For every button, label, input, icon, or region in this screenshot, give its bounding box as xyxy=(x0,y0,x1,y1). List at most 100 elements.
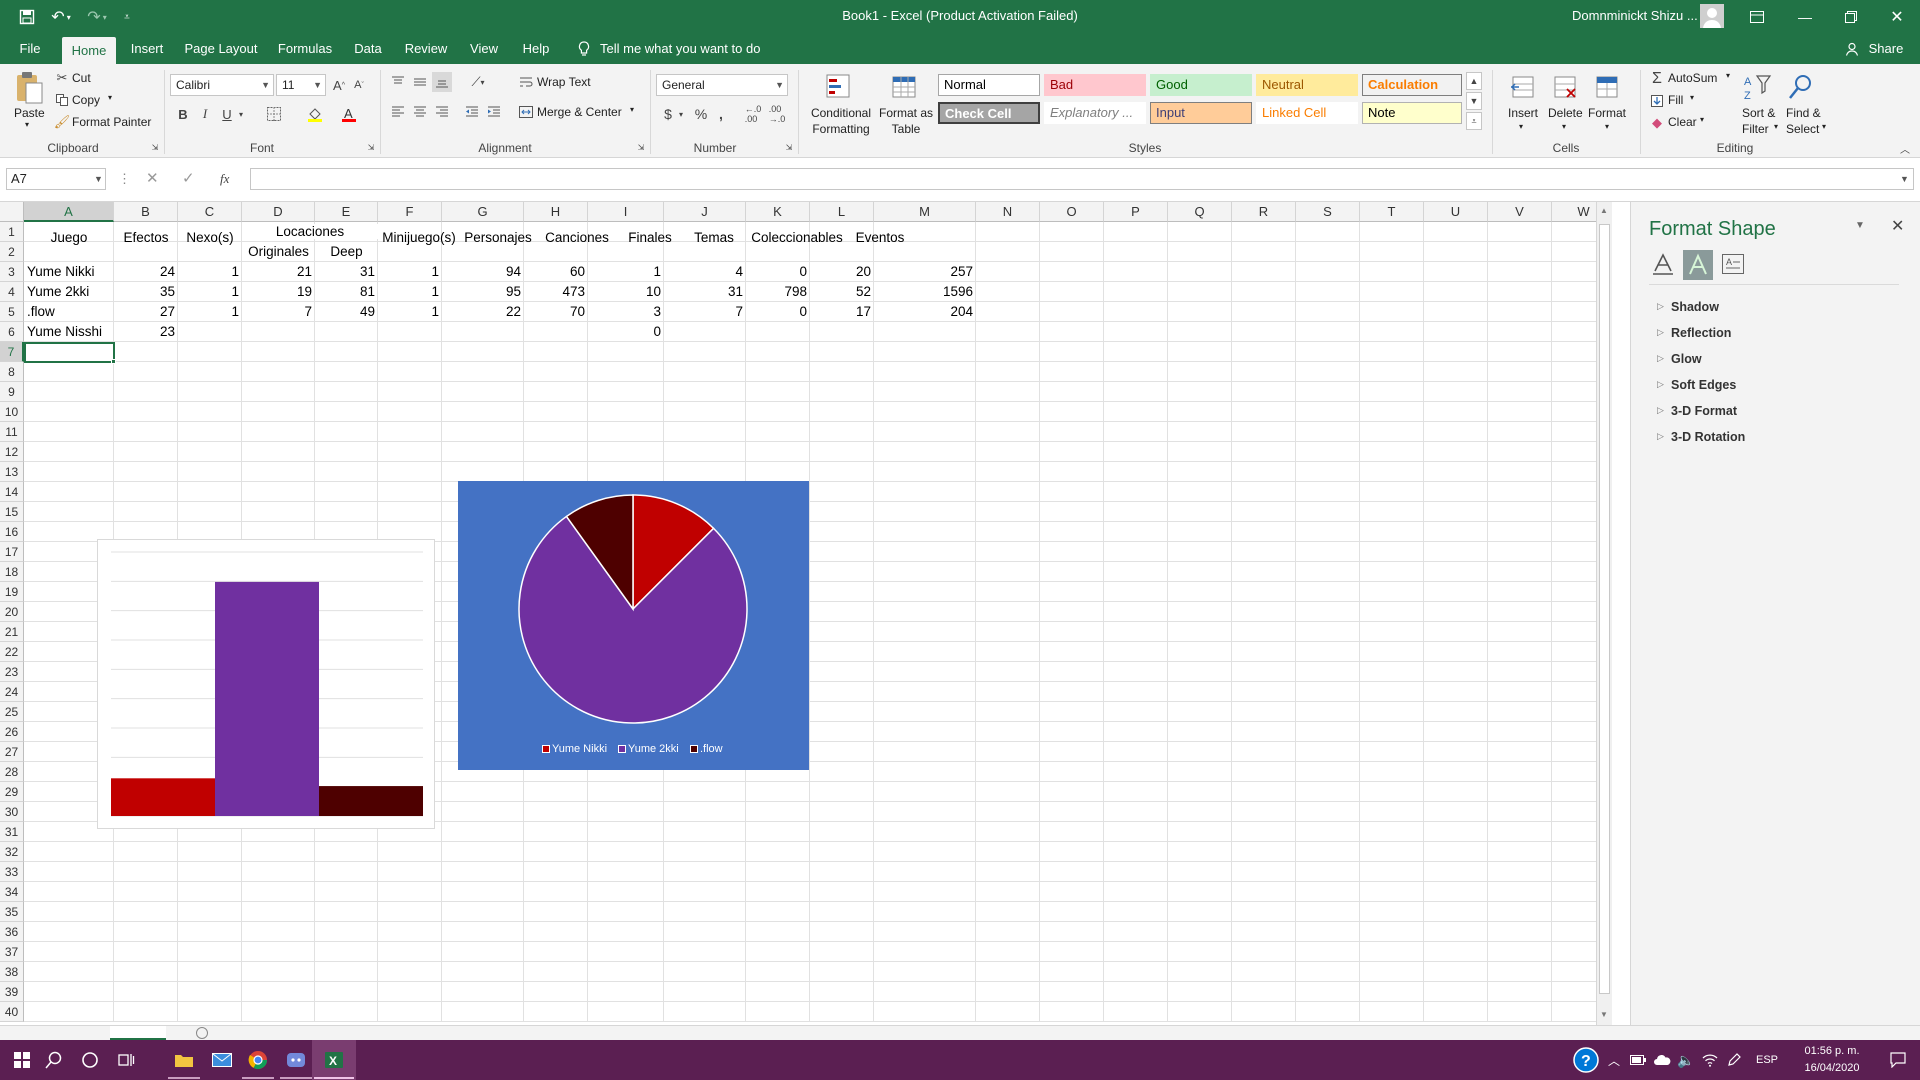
header-nexos[interactable]: Nexo(s) xyxy=(178,230,242,245)
row-header[interactable]: 11 xyxy=(0,422,24,442)
align-right-icon[interactable] xyxy=(432,102,452,122)
find-dropdown-icon[interactable]: ▾ xyxy=(1822,122,1826,131)
column-header[interactable]: G xyxy=(442,202,524,222)
language-indicator[interactable]: ESP xyxy=(1756,1040,1778,1080)
share-icon[interactable] xyxy=(1842,38,1862,60)
row-header[interactable]: 6 xyxy=(0,322,24,342)
row-header[interactable]: 23 xyxy=(0,662,24,682)
section-shadow[interactable]: Shadow xyxy=(1671,300,1719,314)
tab-insert[interactable]: Insert xyxy=(124,34,170,64)
cut-button[interactable]: Cut xyxy=(72,71,91,85)
data-cell[interactable]: .flow xyxy=(24,303,114,321)
row-header[interactable]: 12 xyxy=(0,442,24,462)
data-cell[interactable]: 20 xyxy=(810,263,874,281)
copy-dropdown-icon[interactable]: ▾ xyxy=(108,93,112,102)
data-cell[interactable]: 0 xyxy=(746,303,810,321)
redo-icon[interactable]: ↷ ▾ xyxy=(82,6,112,28)
data-cell[interactable]: 52 xyxy=(810,283,874,301)
panel-close-icon[interactable]: ✕ xyxy=(1891,216,1904,236)
data-cell[interactable]: 17 xyxy=(810,303,874,321)
data-cell[interactable]: 257 xyxy=(874,263,976,281)
clock-date[interactable]: 16/04/2020 xyxy=(1792,1062,1872,1074)
data-cell[interactable]: 23 xyxy=(114,323,178,341)
excel-taskbar-icon[interactable]: X xyxy=(312,1040,356,1080)
column-header[interactable]: D xyxy=(242,202,315,222)
row-header[interactable]: 30 xyxy=(0,802,24,822)
section-3d-format[interactable]: 3-D Format xyxy=(1671,404,1737,418)
tab-formulas[interactable]: Formulas xyxy=(272,34,338,64)
style-linked-cell[interactable]: Linked Cell xyxy=(1256,102,1358,124)
collapse-ribbon-icon[interactable]: ︿ xyxy=(1898,142,1912,156)
data-cell[interactable]: 49 xyxy=(315,303,378,321)
bar-yume-nikki[interactable] xyxy=(111,778,215,816)
data-cell[interactable]: 21 xyxy=(242,263,315,281)
minimize-icon[interactable]: — xyxy=(1790,6,1820,28)
row-header[interactable]: 1 xyxy=(0,222,24,242)
number-format-select[interactable]: General ▼ xyxy=(656,74,788,96)
dialog-launcher-icon[interactable]: ⇲ xyxy=(366,142,376,152)
data-cell[interactable]: Yume Nisshi xyxy=(24,323,114,341)
paste-dropdown-icon[interactable]: ▾ xyxy=(25,120,29,129)
row-header[interactable]: 35 xyxy=(0,902,24,922)
tab-data[interactable]: Data xyxy=(348,34,388,64)
header-juego[interactable]: Juego xyxy=(24,230,114,245)
decrease-indent-icon[interactable] xyxy=(462,102,482,122)
header-finales[interactable]: Finales xyxy=(618,230,682,245)
bold-button[interactable]: B xyxy=(174,104,192,124)
share-button[interactable]: Share xyxy=(1862,34,1910,64)
task-view-icon[interactable] xyxy=(104,1040,148,1080)
ribbon-display-icon[interactable] xyxy=(1742,6,1772,28)
row-header[interactable]: 20 xyxy=(0,602,24,622)
format-painter-icon[interactable]: 🖌 xyxy=(54,114,71,130)
data-cell[interactable]: 31 xyxy=(664,283,746,301)
row-header[interactable]: 33 xyxy=(0,862,24,882)
decrease-decimal-icon[interactable]: .00 →.0 xyxy=(766,104,788,124)
data-cell[interactable]: Yume 2kki xyxy=(24,283,114,301)
tell-me-search[interactable]: Tell me what you want to do xyxy=(600,34,770,64)
find-select-label2[interactable]: Select xyxy=(1786,122,1819,136)
name-box-dropdown-icon[interactable]: ▼ xyxy=(94,168,103,190)
copy-icon[interactable] xyxy=(54,92,70,108)
vertical-scrollbar[interactable]: ▲ ▼ xyxy=(1596,202,1612,1025)
column-header[interactable]: V xyxy=(1488,202,1552,222)
data-cell[interactable]: 0 xyxy=(746,263,810,281)
tab-help[interactable]: Help xyxy=(514,34,558,64)
row-header[interactable]: 5 xyxy=(0,302,24,322)
scroll-up-icon[interactable]: ▲ xyxy=(1600,206,1608,215)
column-header[interactable]: K xyxy=(746,202,810,222)
avatar[interactable] xyxy=(1700,4,1724,28)
merge-dropdown-icon[interactable]: ▾ xyxy=(630,105,634,114)
row-header[interactable]: 2 xyxy=(0,242,24,262)
clear-dropdown-icon[interactable]: ▾ xyxy=(1700,115,1704,124)
delete-cells-button[interactable]: Delete xyxy=(1548,106,1583,120)
row-header[interactable]: 27 xyxy=(0,742,24,762)
section-glow[interactable]: Glow xyxy=(1671,352,1702,366)
styles-scroll-up-icon[interactable]: ▲ xyxy=(1466,72,1482,90)
row-header[interactable]: 40 xyxy=(0,1002,24,1022)
user-name[interactable]: Domnminickt Shizu ... xyxy=(1572,0,1698,34)
row-header[interactable]: 29 xyxy=(0,782,24,802)
sort-filter-icon[interactable]: AZ xyxy=(1740,70,1774,104)
conditional-formatting-label2[interactable]: Formatting xyxy=(808,122,874,136)
format-as-table-icon[interactable] xyxy=(888,70,922,104)
row-header[interactable]: 36 xyxy=(0,922,24,942)
tab-home[interactable]: Home xyxy=(62,37,116,64)
row-header[interactable]: 32 xyxy=(0,842,24,862)
clock-time[interactable]: 01:56 p. m. xyxy=(1792,1045,1872,1057)
column-header[interactable]: E xyxy=(315,202,378,222)
row-header[interactable]: 34 xyxy=(0,882,24,902)
data-cell[interactable]: 473 xyxy=(524,283,588,301)
fill-button[interactable]: Fill xyxy=(1668,93,1683,107)
data-cell[interactable]: 60 xyxy=(524,263,588,281)
add-sheet-icon[interactable] xyxy=(196,1027,208,1039)
save-icon[interactable] xyxy=(16,6,38,28)
tab-page-layout[interactable]: Page Layout xyxy=(180,34,262,64)
increase-font-icon[interactable]: A ^ xyxy=(330,75,348,95)
column-header[interactable]: T xyxy=(1360,202,1424,222)
format-painter-button[interactable]: Format Painter xyxy=(72,115,151,129)
data-cell[interactable]: 1 xyxy=(378,283,442,301)
restore-icon[interactable] xyxy=(1836,6,1866,28)
underline-button[interactable]: U xyxy=(218,104,236,124)
data-cell[interactable]: 4 xyxy=(664,263,746,281)
delete-dropdown-icon[interactable]: ▾ xyxy=(1562,122,1566,131)
